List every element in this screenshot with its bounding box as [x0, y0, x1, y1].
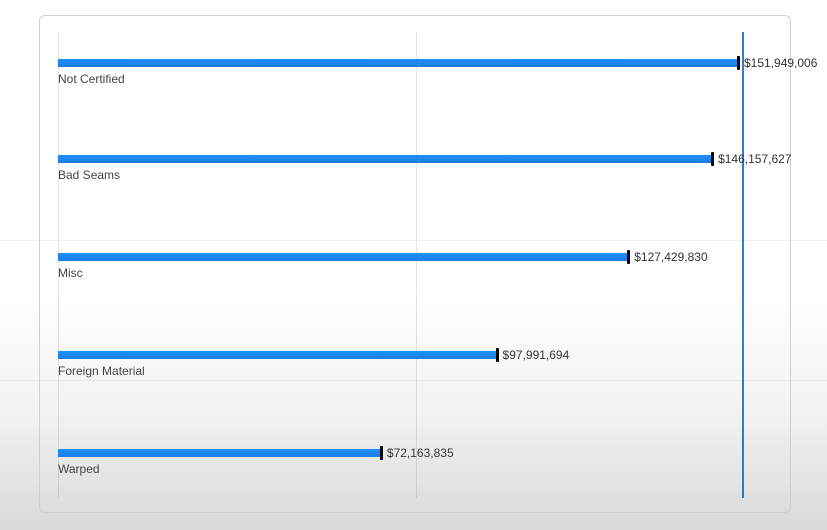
chart-row: $146,157,627 Bad Seams	[58, 144, 774, 184]
chart-category-label: Foreign Material	[58, 364, 145, 378]
chart-bar-value-label: $97,991,694	[503, 348, 570, 362]
chart-bar[interactable]	[58, 253, 628, 261]
chart-bar-end-cap	[496, 348, 499, 362]
chart-bar-end-cap	[380, 446, 383, 460]
chart-category-label: Not Certified	[58, 72, 125, 86]
chart-category-label: Bad Seams	[58, 168, 120, 182]
chart-row: $72,163,835 Warped	[58, 438, 774, 478]
chart-bar[interactable]	[58, 59, 738, 67]
chart-bar[interactable]	[58, 449, 381, 457]
chart-category-label: Misc	[58, 266, 83, 280]
chart-bar[interactable]	[58, 155, 712, 163]
chart-category-label: Warped	[58, 462, 100, 476]
chart-plot-area: $151,949,006 Not Certified $146,157,627 …	[58, 32, 774, 498]
chart-row: $151,949,006 Not Certified	[58, 48, 774, 88]
chart-card: $151,949,006 Not Certified $146,157,627 …	[39, 15, 791, 513]
chart-bar-end-cap	[737, 56, 740, 70]
chart-bar-end-cap	[627, 250, 630, 264]
chart-bar-value-label: $146,157,627	[718, 152, 791, 166]
chart-bar-end-cap	[711, 152, 714, 166]
chart-bar-value-label: $72,163,835	[387, 446, 454, 460]
chart-bar-value-label: $127,429,830	[634, 250, 707, 264]
chart-bar-value-label: $151,949,006	[744, 56, 817, 70]
chart-bar[interactable]	[58, 351, 497, 359]
chart-row: $97,991,694 Foreign Material	[58, 340, 774, 380]
chart-row: $127,429,830 Misc	[58, 242, 774, 282]
